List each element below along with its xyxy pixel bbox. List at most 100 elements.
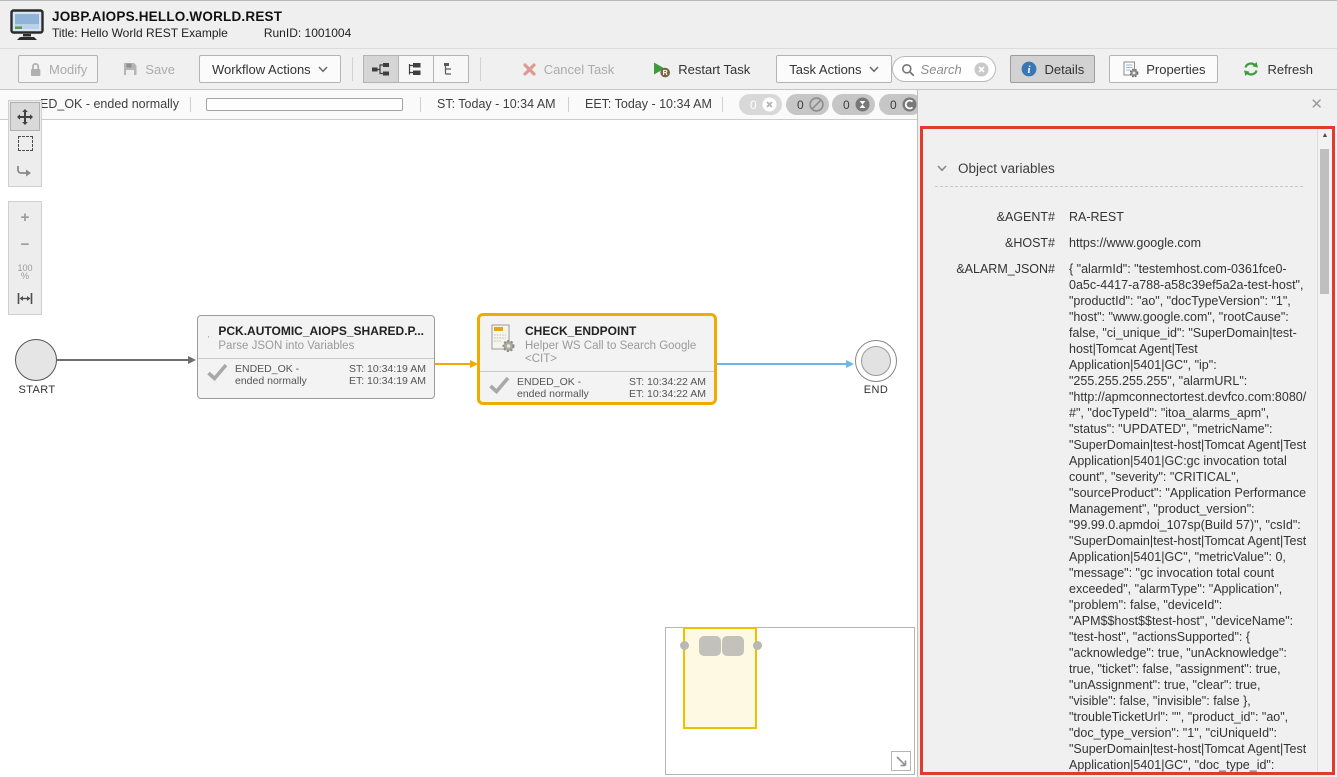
task-status-line1: ENDED_OK -: [235, 363, 342, 375]
zoom-level-button[interactable]: 100 %: [11, 258, 39, 285]
application-window: JOBP.AIOPS.HELLO.WORLD.REST Title: Hello…: [0, 0, 1337, 777]
clear-search-icon[interactable]: [974, 62, 989, 77]
zoom-out-button[interactable]: −: [11, 231, 39, 258]
fit-width-icon: [17, 292, 33, 305]
save-button[interactable]: Save: [112, 55, 185, 83]
zoom-level-indicator: 100 %: [17, 264, 32, 280]
task-subtitle: Parse JSON into Variables: [218, 340, 424, 353]
section-title: Object variables: [958, 161, 1055, 176]
cancel-task-label: Cancel Task: [544, 62, 615, 77]
main-area: ED_OK - ended normally ST: Today - 10:34…: [0, 90, 1337, 777]
chevron-down-icon: [869, 66, 879, 73]
task-actions-dropdown[interactable]: Task Actions: [776, 55, 891, 83]
selection-tool-group: [8, 100, 42, 187]
object-header: JOBP.AIOPS.HELLO.WORLD.REST Title: Hello…: [0, 1, 1337, 49]
toolbar-separator: [480, 57, 481, 81]
task-start-time: ST: 10:34:19 AM: [349, 363, 426, 375]
close-panel-icon[interactable]: ✕: [1310, 98, 1323, 112]
object-variables-list: &AGENT# RA-REST &HOST# https://www.googl…: [923, 209, 1317, 772]
properties-button[interactable]: Properties: [1109, 55, 1218, 83]
zoom-percent-sign: %: [17, 272, 32, 280]
active-counter[interactable]: 0: [879, 94, 917, 115]
variable-name: &HOST#: [923, 235, 1055, 251]
details-highlighted-area: Object variables &AGENT# RA-REST &HOST# …: [920, 126, 1335, 775]
workflow-start-node[interactable]: [15, 339, 57, 381]
zoom-in-button[interactable]: +: [11, 204, 39, 231]
statusbar-separator: [190, 97, 191, 112]
minimap-resize-handle[interactable]: [891, 751, 911, 771]
start-node-label: START: [11, 384, 63, 396]
task-times: ST: 10:34:22 AM ET: 10:34:22 AM: [629, 376, 706, 400]
workflow-object-icon: [10, 9, 44, 41]
view-list-button[interactable]: [398, 55, 434, 83]
task-subtitle-2: <CIT>: [525, 353, 696, 366]
task-title: CHECK_ENDPOINT: [525, 324, 696, 338]
list-view-icon: [406, 62, 425, 77]
properties-icon: [1122, 61, 1139, 78]
restart-task-button[interactable]: R Restart Task: [642, 55, 760, 83]
object-variables-section-header[interactable]: Object variables: [937, 161, 1317, 176]
info-icon: i: [1021, 61, 1037, 77]
canvas-overview-minimap[interactable]: [665, 627, 915, 775]
waiting-counter[interactable]: 0: [832, 94, 875, 115]
task-node-pck-parse-json[interactable]: PCK.AUTOMIC_AIOPS_SHARED.P... Parse JSON…: [197, 315, 435, 399]
search-input[interactable]: [921, 58, 970, 80]
search-field: [892, 56, 997, 82]
counter-value: 0: [890, 98, 897, 112]
variable-name: &AGENT#: [923, 209, 1055, 225]
section-divider: [935, 186, 1303, 187]
task-title: PCK.AUTOMIC_AIOPS_SHARED.P...: [218, 324, 424, 338]
view-toggle-group: [364, 55, 469, 83]
checkmark-icon: [488, 376, 510, 394]
task-end-time: ET: 10:34:22 AM: [629, 388, 706, 400]
workflow-actions-dropdown[interactable]: Workflow Actions: [199, 55, 341, 83]
task-node-check-endpoint[interactable]: CHECK_ENDPOINT Helper WS Call to Search …: [477, 313, 717, 405]
statusbar-separator: [722, 97, 723, 112]
details-label: Details: [1044, 62, 1084, 77]
modify-label: Modify: [49, 62, 87, 77]
scrollbar-up-arrow-icon[interactable]: ▲: [1318, 132, 1332, 139]
object-subtitle-row: Title: Hello World REST ExampleRunID: 10…: [52, 26, 351, 40]
task-status-line2: ended normally: [517, 388, 622, 400]
cancel-x-icon: [522, 62, 537, 77]
variable-value: { "alarmId": "testemhost.com-0361fce0-0a…: [1069, 261, 1317, 772]
checkmark-icon: [206, 363, 228, 381]
end-node-inner-circle: [861, 346, 891, 376]
marquee-select-tool-button[interactable]: [11, 130, 39, 157]
lock-icon: [29, 62, 42, 77]
task-status: ENDED_OK - ended normally: [517, 376, 622, 400]
view-workflow-button[interactable]: [363, 55, 399, 83]
progress-bar: [206, 98, 403, 111]
edge-start-to-task1: [57, 359, 188, 361]
plus-icon: +: [21, 209, 30, 226]
view-outline-button[interactable]: [433, 55, 469, 83]
minimap-task-node: [699, 636, 721, 656]
refresh-button[interactable]: Refresh: [1232, 55, 1323, 83]
aborted-counter[interactable]: 0: [739, 94, 782, 115]
task-status-line1: ENDED_OK -: [517, 376, 622, 388]
workflow-view-icon: [371, 62, 390, 77]
variable-name: &ALARM_JSON#: [923, 261, 1055, 772]
page-title: JOBP.AIOPS.HELLO.WORLD.REST: [52, 9, 351, 24]
scrollbar-thumb[interactable]: [1320, 149, 1329, 294]
fit-to-width-button[interactable]: [11, 285, 39, 312]
details-panel: ✕ Object variables &AGENT# RA-REST: [917, 90, 1337, 777]
counter-value: 0: [750, 98, 757, 112]
variable-row: &ALARM_JSON# { "alarmId": "testemhost.co…: [923, 261, 1317, 772]
connector-tool-button[interactable]: [11, 157, 39, 184]
workflow-object-type-icon: [208, 324, 209, 350]
details-scrollbar[interactable]: ▲: [1317, 129, 1332, 772]
workflow-end-node[interactable]: [855, 340, 897, 382]
modify-button[interactable]: Modify: [18, 55, 98, 83]
minus-icon: −: [21, 236, 30, 253]
pan-tool-button[interactable]: [11, 103, 39, 130]
workflow-canvas-area: ED_OK - ended normally ST: Today - 10:34…: [0, 90, 917, 777]
statusbar-separator: [568, 97, 569, 112]
cancel-task-button[interactable]: Cancel Task: [512, 55, 625, 83]
execution-status-text: ED_OK - ended normally: [40, 97, 179, 111]
variable-row: &AGENT# RA-REST: [923, 209, 1317, 225]
variable-row: &HOST# https://www.google.com: [923, 235, 1317, 251]
blocked-counter[interactable]: 0: [786, 94, 829, 115]
search-icon: [901, 63, 915, 77]
details-toggle-button[interactable]: i Details: [1010, 55, 1095, 83]
